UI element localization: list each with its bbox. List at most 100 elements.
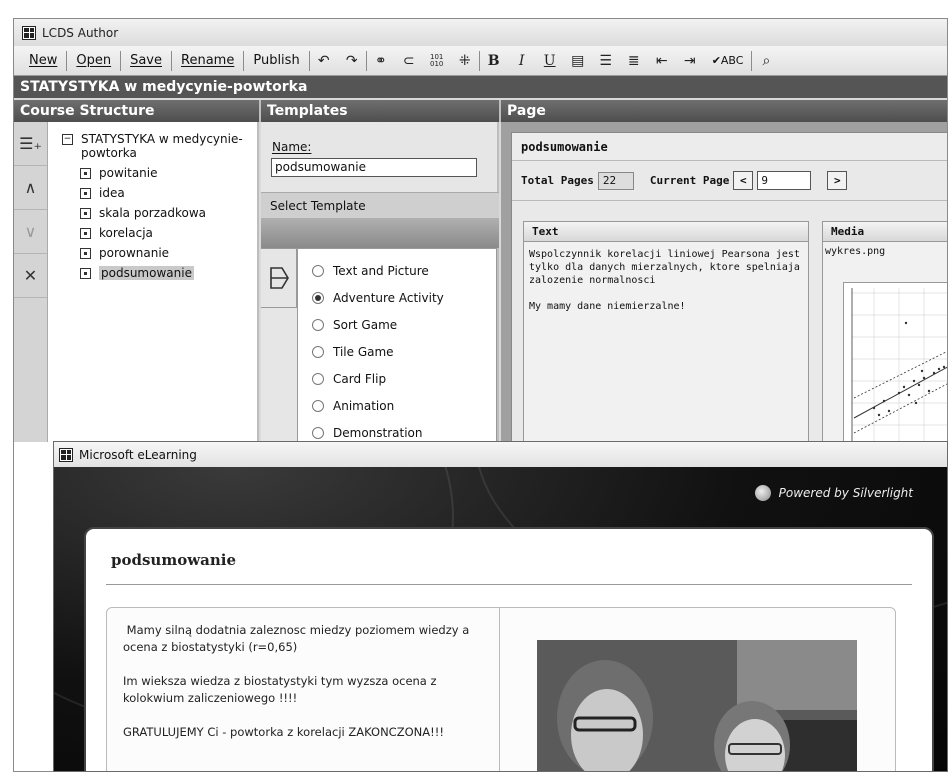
template-category-tab[interactable] [261,248,297,308]
summary-text: Mamy silną dodatnia zaleznosc miedzy poz… [107,608,500,771]
elearning-window-title: Microsoft eLearning [79,447,197,462]
elearning-titlebar: Microsoft eLearning [54,442,947,467]
page-node-icon [80,188,91,199]
template-option-label: Adventure Activity [333,290,444,305]
underline-button[interactable]: U [536,50,564,72]
page-node-icon [80,208,91,219]
powered-by-silverlight: Powered by Silverlight [754,485,913,501]
author-window-title: LCDS Author [42,25,119,40]
summary-paragraph: Im wieksza wiedza z biostatystyki tym wy… [123,674,437,705]
template-option-text-and-picture[interactable]: Text and Picture [298,257,496,284]
text-box-content[interactable]: Wspolczynnik korelacji liniowej Pearsona… [524,242,808,319]
tree-item-powitanie[interactable]: powitanie [62,166,243,180]
summary-paragraph: GRATULUJEMY Ci - powtorka z korelacji ZA… [123,725,444,739]
paragraph-style-icon[interactable]: ▤ [564,50,592,72]
save-button[interactable]: Save [121,50,171,72]
page-node-icon [80,268,91,279]
name-input[interactable]: podsumowanie [271,158,477,177]
add-page-icon[interactable]: ☰₊ [14,122,47,166]
tree-item-porownanie[interactable]: porownanie [62,246,243,260]
course-title-bar: STATYSTYKA w medycynie-powtorka [14,76,947,98]
radio-icon[interactable] [312,426,324,439]
prev-page-button[interactable]: < [733,171,754,190]
scatter-plot-thumbnail [851,288,947,444]
rename-button[interactable]: Rename [172,50,243,72]
tree-root[interactable]: − STATYSTYKA w medycynie- powtorka [62,132,243,160]
powered-by-label: Powered by Silverlight [778,486,913,500]
template-option-adventure-activity[interactable]: Adventure Activity [298,284,496,311]
template-option-sort-game[interactable]: Sort Game [298,311,496,338]
course-structure-header: Course Structure [14,100,261,122]
radio-icon[interactable] [312,318,324,331]
silverlight-logo-icon [754,485,771,501]
attachment-icon[interactable]: ⊂ [395,50,423,72]
summary-paragraph: Mamy silną dodatnia zaleznosc miedzy poz… [123,623,473,654]
template-option-label: Sort Game [333,317,398,332]
move-down-icon[interactable]: ∨ [14,210,47,254]
radio-icon[interactable] [312,372,324,385]
media-preview-plot [843,282,947,452]
structure-tools: ☰₊ ∧ ∨ ✕ [14,122,48,442]
template-option-label: Tile Game [333,344,394,359]
template-option-card-flip[interactable]: Card Flip [298,365,496,392]
italic-button[interactable]: I [508,50,536,72]
current-page-input[interactable]: 9 [757,171,812,190]
tree-item-label: porownanie [99,246,170,260]
tree-item-label: korelacja [99,226,153,240]
radio-icon[interactable] [312,264,324,277]
template-option-label: Animation [333,398,395,413]
page-title: podsumowanie [512,133,947,161]
templates-header: Templates [261,100,501,122]
template-option-tile-game[interactable]: Tile Game [298,338,496,365]
next-page-button[interactable]: > [827,171,848,190]
media-box-header: Media [823,222,947,242]
author-titlebar: LCDS Author [14,19,947,46]
indent-icon[interactable]: ⇥ [676,50,704,72]
move-up-icon[interactable]: ∧ [14,166,47,210]
preview-icon[interactable]: ⌕ [752,50,780,72]
new-button[interactable]: New [20,50,66,72]
template-option-label: Card Flip [333,371,387,386]
select-template-label: Select Template [261,192,499,218]
name-label: Name: [272,140,312,154]
card-title: podsumowanie [111,551,236,569]
panel-headers: Course Structure Templates Page [14,100,947,122]
anchor-icon[interactable]: ⁜ [451,50,479,72]
template-banner [261,218,499,248]
photo-illustration [537,640,857,771]
bold-button[interactable]: B [480,50,508,72]
publish-button[interactable]: Publish [244,50,308,72]
spellcheck-button[interactable]: ✔ABC [704,54,752,67]
radio-selected-icon[interactable] [312,291,324,304]
collapse-icon[interactable]: − [62,134,73,145]
binary-icon[interactable]: 101 010 [423,50,451,72]
outdent-icon[interactable]: ⇤ [648,50,676,72]
template-option-label: Demonstration [333,425,423,440]
pointer-arrow-icon [269,267,289,289]
numbered-list-icon[interactable]: ≣ [620,50,648,72]
tree-item-podsumowanie[interactable]: podsumowanie [62,266,243,280]
template-option-label: Text and Picture [333,263,429,278]
tree-item-label: powitanie [99,166,158,180]
tree-item-korelacja[interactable]: korelacja [62,226,243,240]
card-content: Mamy silną dodatnia zaleznosc miedzy poz… [106,607,896,771]
course-tree: − STATYSTYKA w medycynie- powtorka powit… [62,132,243,286]
page-header: Page [501,100,947,122]
authors-photo [537,640,857,771]
template-option-animation[interactable]: Animation [298,392,496,419]
open-button[interactable]: Open [67,50,120,72]
content-card: podsumowanie Mamy silną dodatnia zalezno… [84,527,934,771]
bullet-list-icon[interactable]: ☰ [592,50,620,72]
radio-icon[interactable] [312,345,324,358]
tree-item-label-selected: podsumowanie [99,266,194,280]
undo-icon[interactable]: ↶ [310,50,338,72]
redo-icon[interactable]: ↷ [338,50,366,72]
tree-item-label: skala porzadkowa [99,206,207,220]
tree-item-skala-porzadkowa[interactable]: skala porzadkowa [62,206,243,220]
link-icon[interactable]: ⚭ [367,50,395,72]
silverlight-player: Powered by Silverlight podsumowanie Mamy… [54,467,947,771]
elearning-window: Microsoft eLearning Powered by Silverlig… [53,441,948,772]
radio-icon[interactable] [312,399,324,412]
delete-icon[interactable]: ✕ [14,254,47,298]
tree-item-idea[interactable]: idea [62,186,243,200]
